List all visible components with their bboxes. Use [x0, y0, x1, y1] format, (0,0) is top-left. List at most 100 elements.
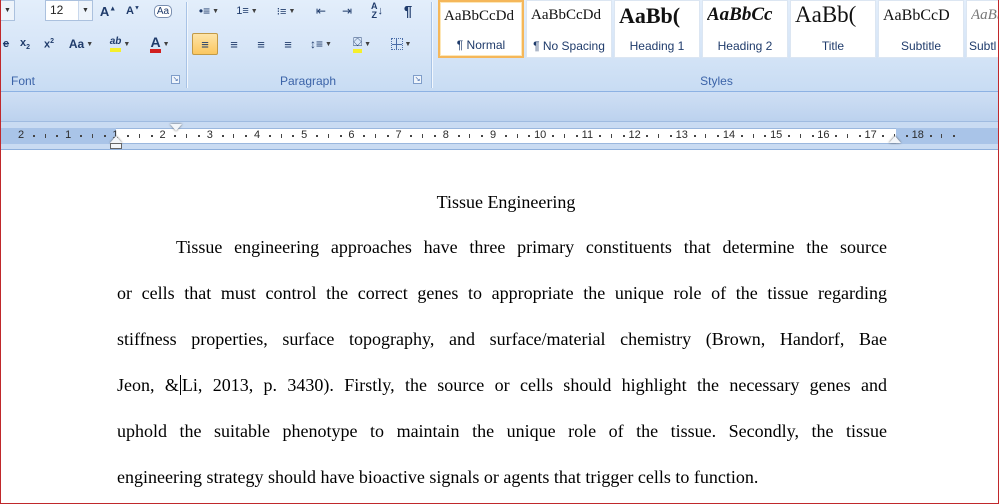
- document-page[interactable]: Tissue Engineering Tissue engineering ap…: [1, 150, 998, 503]
- align-right-button[interactable]: ≡: [248, 33, 274, 55]
- increase-indent-button[interactable]: ⇥: [336, 0, 358, 22]
- ruler-tick: [422, 134, 424, 138]
- border-grid-icon: [390, 38, 403, 50]
- ruler-dot: [339, 135, 342, 137]
- align-left-button[interactable]: ≡: [192, 33, 218, 55]
- style-heading-2[interactable]: AaBbCc Heading 2: [702, 0, 788, 58]
- ruler-tick: [469, 134, 471, 138]
- style-name: ¶ No Spacing: [533, 39, 605, 53]
- ruler-tick: [847, 134, 848, 138]
- change-case-button[interactable]: Aa ▼: [65, 33, 97, 55]
- style-name: Heading 1: [629, 39, 685, 53]
- ruler-dot: [363, 135, 366, 137]
- first-line-indent-marker[interactable]: [170, 124, 182, 131]
- ruler-tick: [91, 134, 93, 138]
- decrease-indent-button[interactable]: ⇤: [310, 0, 332, 22]
- justify-icon: ≡: [284, 36, 292, 52]
- ruler-dot: [882, 135, 885, 137]
- font-dialog-launcher-icon[interactable]: ↘: [171, 75, 180, 84]
- styles-gallery: AaBbCcDd ¶ Normal AaBbCcDd ¶ No Spacing …: [438, 0, 998, 60]
- sort-button[interactable]: A Z ↓: [366, 0, 388, 22]
- ruler-number: 7: [395, 129, 402, 141]
- font-group-label: Font: [11, 74, 36, 88]
- font-color-dropdown-icon: ▼: [162, 40, 170, 48]
- shrink-font-button[interactable]: A▼: [122, 0, 144, 22]
- bullets-dropdown-icon: ▼: [212, 7, 220, 15]
- line-spacing-button[interactable]: ↕≡ ▼: [304, 33, 338, 55]
- ribbon-bottom-band: [1, 92, 998, 122]
- style-no-spacing[interactable]: AaBbCcDd ¶ No Spacing: [526, 0, 612, 58]
- paragraph-line: stiffness properties, surface topography…: [117, 329, 887, 349]
- ruler-dot: [764, 135, 767, 137]
- ruler-dot: [811, 135, 814, 137]
- style-heading-1[interactable]: AaBb( Heading 1: [614, 0, 700, 58]
- subscript-button[interactable]: x2: [15, 33, 35, 55]
- ruler-dot: [56, 135, 59, 137]
- ruler-number: 8: [442, 129, 449, 141]
- ruler-dot: [316, 135, 318, 137]
- ruler-dot: [788, 135, 790, 137]
- style-sample: AaBbCcD: [883, 7, 950, 24]
- style-normal[interactable]: AaBbCcDd ¶ Normal: [438, 0, 524, 58]
- paragraph-dialog-launcher-icon[interactable]: ↘: [413, 75, 422, 84]
- ruler-dot: [858, 135, 861, 137]
- left-indent-marker[interactable]: [110, 143, 122, 149]
- line-spacing-icon: ↕≡: [310, 37, 324, 51]
- clear-formatting-icon: Aa: [153, 4, 173, 18]
- superscript-button[interactable]: x2: [39, 33, 59, 55]
- numbering-button[interactable]: 1≡ ▼: [230, 0, 264, 22]
- grow-font-button[interactable]: A▲: [97, 0, 119, 22]
- ruler-dot: [552, 135, 554, 137]
- ruler-dot: [150, 135, 153, 137]
- ruler-dot: [221, 135, 224, 137]
- justify-button[interactable]: ≡: [275, 33, 301, 55]
- ruler-dot: [174, 135, 177, 137]
- show-formatting-button[interactable]: ¶: [396, 0, 420, 22]
- align-right-icon: ≡: [257, 36, 265, 52]
- font-group: ▼ 12 ▼ A▲ A▼ Aa e x2 x2 Aa ▼ ab ▼ A ▼ Fo…: [1, 0, 186, 90]
- ruler-tick: [233, 134, 235, 138]
- strikethrough-button[interactable]: e: [1, 33, 13, 55]
- pilcrow-icon: ¶: [403, 2, 413, 20]
- font-size-dropdown-icon[interactable]: ▼: [78, 1, 92, 20]
- ruler-number: 13: [675, 129, 688, 141]
- highlight-button[interactable]: ab ▼: [103, 33, 137, 55]
- ruler-dot: [599, 135, 602, 137]
- style-title[interactable]: AaBb( Title: [790, 0, 876, 58]
- shrink-font-icon: A▼: [126, 5, 140, 17]
- horizontal-ruler[interactable]: 2 1 1 2 3 4 5 6 7 8 9 10 11 12 13 14 15 16 17 18: [1, 122, 998, 150]
- ruler-tick: [941, 134, 943, 138]
- numbering-dropdown-icon: ▼: [250, 7, 258, 15]
- font-name-dropdown-icon[interactable]: ▼: [1, 1, 14, 20]
- ruler-dot: [693, 135, 696, 137]
- ruler-tick: [327, 134, 329, 138]
- style-subtle-emphasis[interactable]: AaBb Subtl: [966, 0, 998, 58]
- ruler-dot: [386, 135, 389, 137]
- style-subtitle[interactable]: AaBbCcD Subtitle: [878, 0, 964, 58]
- font-color-button[interactable]: A ▼: [142, 33, 178, 55]
- highlighter-icon: ab: [109, 36, 122, 52]
- ruler-dot: [80, 135, 82, 137]
- ruler-tick: [658, 134, 660, 138]
- multilevel-list-button[interactable]: ⁝≡ ▼: [268, 0, 304, 22]
- align-center-button[interactable]: ≡: [221, 33, 247, 55]
- ruler-dot: [198, 135, 200, 137]
- ruler-dot: [740, 135, 743, 137]
- line-segment: Jeon, &: [117, 375, 179, 395]
- hanging-indent-marker[interactable]: [110, 136, 122, 143]
- shading-button[interactable]: ⛋ ▼: [344, 33, 380, 55]
- clear-formatting-button[interactable]: Aa: [149, 0, 177, 22]
- ruler-dot: [717, 135, 720, 137]
- ruler-dot: [32, 135, 35, 137]
- right-indent-marker[interactable]: [889, 136, 901, 143]
- group-divider: [186, 2, 187, 88]
- ruler-tick: [186, 134, 188, 138]
- font-color-icon: A: [150, 35, 161, 53]
- font-name-combo[interactable]: ▼: [1, 0, 15, 21]
- paragraph-line: engineering strategy should have bioacti…: [117, 467, 759, 487]
- style-name: Title: [821, 39, 845, 53]
- font-size-combo[interactable]: 12 ▼: [45, 0, 93, 21]
- ruler-tick: [752, 134, 754, 138]
- bullets-button[interactable]: •≡ ▼: [192, 0, 226, 22]
- borders-button[interactable]: ▼: [384, 33, 418, 55]
